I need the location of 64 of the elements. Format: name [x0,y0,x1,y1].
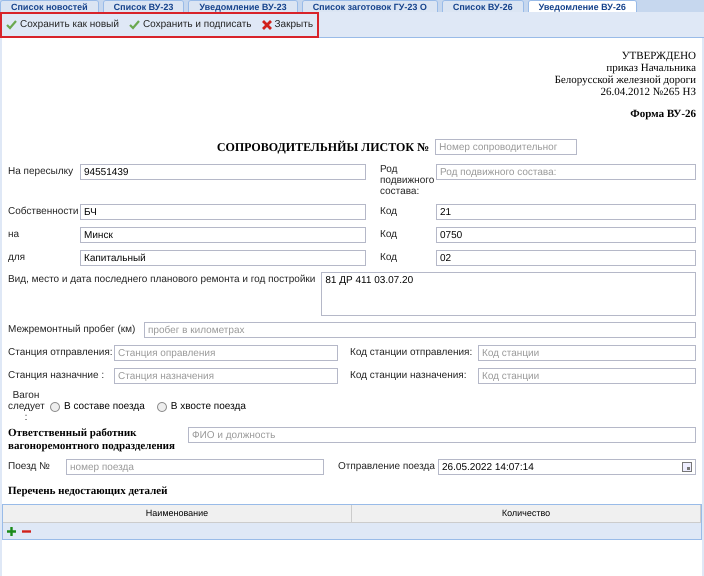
field-label: Род подвижного состава: [380,164,436,197]
input-field[interactable]: Капитальный [80,250,366,266]
form-title: СОПРОВОДИТЕЛЬНЙЫ ЛИСТОК № [216,139,430,156]
approval-line: УТВЕРЖДЕНО [622,50,696,62]
field-label: Поезд № [8,460,51,474]
field-label: Код [380,228,398,242]
input-field[interactable]: Станция назначения [114,368,338,384]
section-label: Ответственный работник вагоноремонтного подразделения [8,427,176,453]
calendar-icon[interactable] [682,462,692,472]
input-field[interactable]: ФИО и должность [188,427,696,443]
approval-line: приказ Начальника [606,62,696,74]
column-header[interactable]: Количество [352,504,701,522]
tab[interactable]: Список новостей [0,0,99,12]
input-field[interactable]: номер поезда [66,459,324,475]
field-label: Станция назначние : [8,369,106,383]
input-field[interactable]: Станция оправления [114,345,338,361]
approval-line: 26.04.2012 №265 НЗ [600,86,696,98]
field-label: Вид, место и дата последнего планового ремонта и год постройки [8,273,316,287]
check-icon [128,20,140,30]
input-field[interactable]: 94551439 [80,164,366,180]
field-label: Код станции отправления: [350,346,474,360]
field-label: Код станции назначения: [350,369,468,383]
tab[interactable]: Уведомление ВУ-26 [528,0,637,12]
radio-button[interactable] [50,402,60,412]
field-label: Код [380,205,398,219]
close-icon [262,20,272,30]
plus-icon[interactable] [7,526,16,536]
date-value: 26.05.2022 14:07:14 [442,460,534,474]
field-label: на [8,228,20,242]
field-label: Код [380,251,398,265]
radio-option[interactable]: В хвосте поезда [156,399,246,414]
input-field[interactable]: 02 [436,250,696,266]
input-field[interactable]: БЧ [80,204,366,220]
approval-line: Белорусской железной дороги [554,74,696,86]
form-name: Форма ВУ-26 [630,108,696,120]
input-field[interactable]: Род подвижного состава: [436,164,696,180]
toolbar-button[interactable]: Сохранить и подписать [128,17,252,32]
input-field[interactable]: Минск [80,227,366,243]
tab[interactable]: Уведомление ВУ-23 [188,0,298,12]
radio-option[interactable]: В составе поезда [50,399,145,414]
input-field[interactable]: 21 [436,204,696,220]
date-field[interactable]: 26.05.2022 14:07:14 [438,459,696,475]
field-label: Вагон следует : [8,390,44,423]
input-field[interactable]: пробег в километрах [144,322,696,338]
field-label: для [8,251,26,265]
field-label: Межремонтный пробег (км) [8,323,136,337]
toolbar-button[interactable]: Закрыть [262,17,314,32]
section-title: Перечень недостающих деталей [8,484,168,499]
toolbar-button[interactable]: Сохранить как новый [6,17,119,32]
input-field[interactable]: Код станции [478,345,696,361]
tab[interactable]: Список ВУ-23 [102,0,184,12]
field-label: На пересылку [8,165,74,179]
radio-button[interactable] [156,402,167,412]
input-field[interactable]: 0750 [436,227,696,243]
field-label: Собственности [8,205,80,219]
tab[interactable]: Список ВУ-26 [442,0,524,12]
text-area[interactable]: 81 ДР 411 03.07.20 [321,272,696,316]
column-header[interactable]: Наименование [3,504,352,522]
input-field[interactable]: Код станции [478,368,696,384]
check-icon [6,20,17,30]
tab[interactable]: Список заготовок ГУ-23 О [302,0,438,12]
input-field[interactable]: Номер сопроводительног [435,139,578,155]
field-label: Отправление поезда [338,460,436,474]
field-label: Станция отправления: [8,346,114,360]
